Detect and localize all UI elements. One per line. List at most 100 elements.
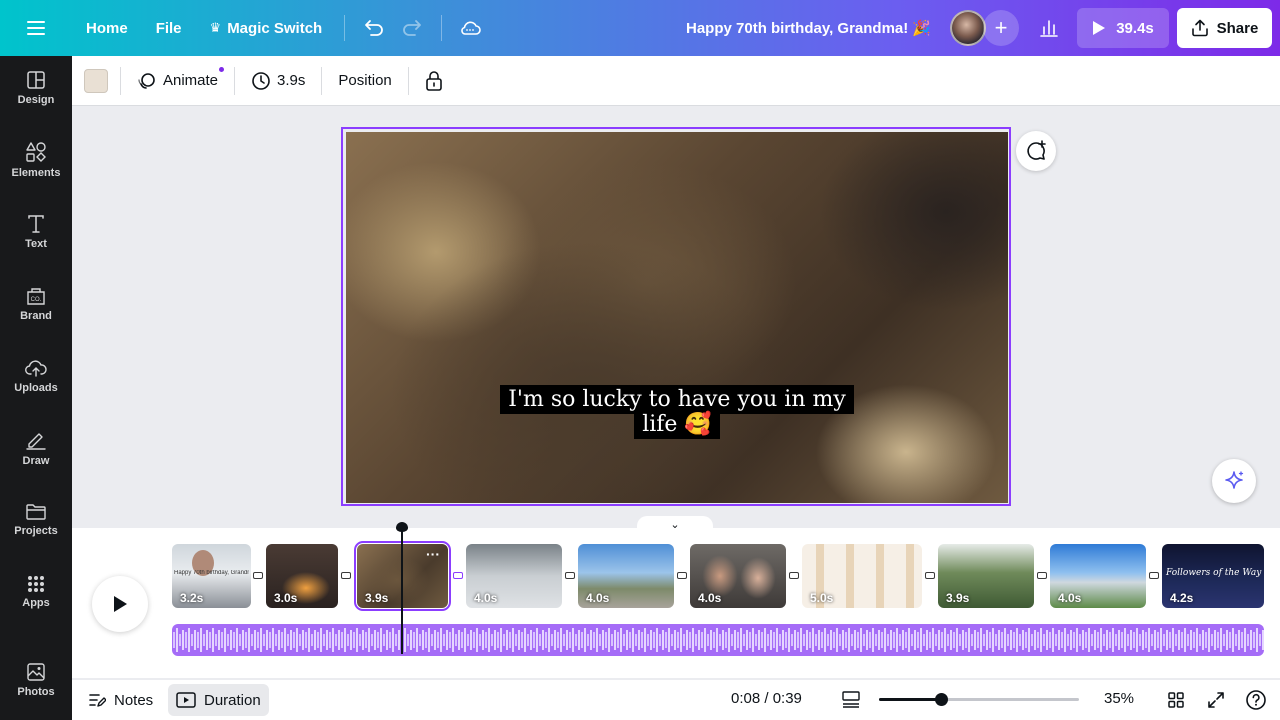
duration-label: 3.9s	[277, 72, 306, 89]
uploads-icon	[25, 360, 47, 377]
fullscreen-button[interactable]	[1202, 686, 1230, 714]
insights-button[interactable]	[1029, 8, 1069, 48]
sidebar-item-label: Draw	[22, 455, 50, 467]
position-button[interactable]: Position	[334, 63, 395, 99]
transition-button[interactable]	[251, 568, 265, 582]
caption-text[interactable]: I'm so lucky to have you in my life 🥰	[346, 385, 1008, 439]
zoom-slider-track[interactable]	[879, 698, 1079, 701]
play-icon	[114, 596, 127, 612]
sidebar-item-apps[interactable]: Apps	[0, 560, 72, 624]
hamburger-icon	[27, 21, 45, 35]
sidebar-item-draw[interactable]: Draw	[0, 416, 72, 480]
timeline-play-button[interactable]	[92, 576, 148, 632]
cloud-save-status[interactable]	[450, 8, 490, 48]
magic-assistant-button[interactable]	[1212, 459, 1256, 503]
lock-button[interactable]	[421, 63, 447, 99]
view-mode-button[interactable]	[837, 686, 865, 714]
sidebar-item-photos[interactable]: Photos	[0, 648, 72, 712]
transition-button[interactable]	[787, 568, 801, 582]
add-comment-button[interactable]	[1016, 131, 1056, 171]
sidebar-item-projects[interactable]: Projects	[0, 488, 72, 552]
add-collaborator-button[interactable]: +	[983, 10, 1019, 46]
transition-icon	[677, 571, 687, 579]
transition-icon	[253, 571, 263, 579]
transition-button[interactable]	[451, 568, 465, 582]
timeline-clip-2[interactable]: 3.0s	[266, 544, 338, 608]
menu-button[interactable]	[0, 0, 72, 56]
zoom-slider-fill	[879, 698, 941, 701]
timeline-clip-6[interactable]: 4.0s	[690, 544, 786, 608]
transition-icon	[341, 571, 351, 579]
hamster-photo[interactable]: I'm so lucky to have you in my life 🥰	[346, 132, 1008, 503]
animate-label: Animate	[163, 72, 219, 89]
zoom-slider-handle[interactable]	[935, 693, 948, 706]
sidebar-item-uploads[interactable]: Uploads	[0, 344, 72, 408]
background-color-swatch[interactable]	[84, 68, 108, 93]
expand-icon	[1208, 692, 1224, 708]
present-play-button[interactable]: 39.4s	[1077, 8, 1169, 48]
sparkle-icon	[1225, 471, 1244, 489]
zoom-percentage[interactable]: 35%	[1104, 690, 1134, 707]
transition-icon	[789, 571, 799, 579]
transition-button[interactable]	[339, 568, 353, 582]
timeline-clip-9[interactable]: 4.0s	[1050, 544, 1146, 608]
duration-button[interactable]: 3.9s	[247, 63, 309, 99]
sidebar-item-elements[interactable]: Elements	[0, 128, 72, 192]
transition-button[interactable]	[1035, 568, 1049, 582]
sidebar-item-label: Brand	[20, 310, 52, 322]
design-title[interactable]: Happy 70th birthday, Grandma! 🎉	[686, 19, 931, 37]
help-button[interactable]	[1242, 686, 1270, 714]
clip-duration: 4.0s	[474, 591, 498, 605]
grid-view-button[interactable]	[1162, 686, 1190, 714]
sidebar-item-text[interactable]: Text	[0, 200, 72, 264]
comment-add-icon	[1027, 140, 1046, 160]
transition-button[interactable]	[923, 568, 937, 582]
sidebar: Design Elements Text CO. Brand Uploads D…	[0, 56, 72, 720]
transition-button[interactable]	[563, 568, 577, 582]
clip-caption: Followers of the Way	[1166, 568, 1262, 578]
clip-duration: 3.9s	[365, 591, 389, 605]
more-options-icon[interactable]: ···	[426, 546, 440, 562]
transition-icon	[1037, 571, 1047, 579]
transition-icon	[565, 571, 575, 579]
duration-toggle-button[interactable]: Duration	[168, 684, 269, 716]
timeline-clip-10[interactable]: Followers of the Way 4.2s	[1162, 544, 1264, 608]
undo-button[interactable]	[353, 8, 393, 48]
clip-duration: 3.0s	[274, 591, 298, 605]
selected-page-frame[interactable]: I'm so lucky to have you in my life 🥰	[341, 127, 1011, 506]
home-link[interactable]: Home	[72, 8, 142, 48]
clip-duration: 4.0s	[586, 591, 610, 605]
sidebar-item-label: Projects	[14, 525, 58, 537]
timeline-clip-4[interactable]: 4.0s	[466, 544, 562, 608]
timeline-clip-7[interactable]: 5.0s	[802, 544, 922, 608]
projects-icon	[26, 504, 46, 520]
share-button[interactable]: Share	[1177, 8, 1272, 48]
help-icon	[1246, 690, 1266, 710]
timeline-clip-1[interactable]: Happy 70th birthday, Grandma 3.2s	[172, 544, 251, 608]
divider	[321, 66, 323, 95]
divider	[441, 15, 443, 41]
animate-button[interactable]: Animate	[133, 63, 225, 99]
divider	[120, 66, 121, 95]
transition-button[interactable]	[1147, 568, 1161, 582]
audio-track[interactable]	[172, 624, 1264, 656]
playhead[interactable]	[401, 530, 403, 654]
magic-switch-button[interactable]: ♛ Magic Switch	[196, 8, 337, 48]
file-menu[interactable]: File	[142, 8, 196, 48]
collapse-timeline-button[interactable]: ⌄	[637, 516, 713, 532]
transition-icon	[925, 571, 935, 579]
time-readout: 0:08 / 0:39	[731, 690, 802, 707]
clip-duration: 4.2s	[1170, 591, 1194, 605]
redo-button[interactable]	[393, 8, 433, 48]
timeline-clip-5[interactable]: 4.0s	[578, 544, 674, 608]
bar-chart-icon	[1040, 20, 1058, 37]
caption-line-2: life 🥰	[634, 410, 720, 439]
notes-button[interactable]: Notes	[80, 684, 161, 716]
avatar[interactable]	[950, 10, 986, 46]
timeline-clip-8[interactable]: 3.9s	[938, 544, 1034, 608]
sidebar-item-design[interactable]: Design	[0, 56, 72, 120]
cloud-icon	[461, 21, 482, 35]
share-label: Share	[1216, 19, 1259, 37]
sidebar-item-brand[interactable]: CO. Brand	[0, 272, 72, 336]
transition-button[interactable]	[675, 568, 689, 582]
